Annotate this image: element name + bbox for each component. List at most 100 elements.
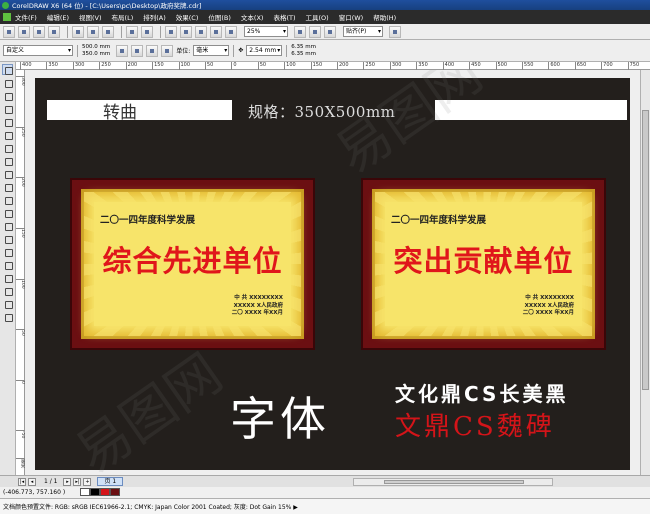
snap-to-select[interactable]: 贴齐(P)	[343, 26, 383, 37]
pick-tool-icon[interactable]	[2, 64, 13, 75]
ruler-tick-label: 150	[310, 62, 323, 70]
prev-page-icon[interactable]: ◂	[28, 477, 36, 486]
ruler-tick-label: 100	[284, 62, 296, 70]
page-tab-1[interactable]: 页 1	[97, 477, 124, 486]
units-label: 单位:	[176, 48, 191, 55]
current-page-icon[interactable]	[161, 44, 174, 57]
all-pages-icon[interactable]	[146, 44, 159, 57]
swatch-white[interactable]	[80, 488, 90, 496]
artboard[interactable]: 转曲 规格：350X500mm 二〇一四年度科学发展 综合先进单位 中 共 XX…	[35, 78, 630, 470]
menu-help[interactable]: 帮助(H)	[373, 12, 396, 22]
copy-icon[interactable]	[87, 25, 99, 38]
swatch-black[interactable]	[90, 488, 100, 496]
spec-text[interactable]: 规格：350X500mm	[248, 101, 395, 122]
plaque-left[interactable]: 二〇一四年度科学发展 综合先进单位 中 共 XXXXXXXX XXXXX X人民…	[70, 178, 315, 350]
menu-tools[interactable]: 工具(O)	[306, 12, 329, 22]
swatch-red[interactable]	[100, 488, 110, 496]
vertical-scroll-thumb[interactable]	[642, 110, 649, 390]
zoom-level-select[interactable]: 25%	[244, 26, 288, 37]
paste-icon[interactable]	[102, 25, 114, 38]
page-height-field[interactable]: 350.0 mm	[82, 51, 110, 58]
new-document-icon[interactable]	[3, 25, 15, 38]
menu-window[interactable]: 窗口(W)	[339, 12, 364, 22]
white-bar-left[interactable]	[47, 100, 232, 120]
eyedropper-tool-icon[interactable]	[2, 272, 13, 283]
polygon-tool-icon[interactable]	[2, 168, 13, 179]
welcome-screen-icon[interactable]	[225, 25, 237, 38]
ellipse-tool-icon[interactable]	[2, 155, 13, 166]
print-icon[interactable]	[48, 25, 60, 38]
shape-tool-icon[interactable]	[2, 77, 13, 88]
redo-icon[interactable]	[141, 25, 153, 38]
nudge-distance-field[interactable]: 2.54 mm	[246, 45, 283, 56]
transparency-tool-icon[interactable]	[2, 259, 13, 270]
dimension-tool-icon[interactable]	[2, 220, 13, 231]
outline-tool-icon[interactable]	[2, 285, 13, 296]
add-page-icon[interactable]: +	[83, 477, 92, 486]
full-screen-icon[interactable]	[294, 25, 306, 38]
menu-arrange[interactable]: 排列(A)	[143, 12, 166, 22]
app-menu-icon[interactable]	[3, 13, 11, 21]
horizontal-scrollbar[interactable]	[353, 477, 554, 486]
swatch-dark-red[interactable]	[110, 488, 120, 496]
freehand-tool-icon[interactable]	[2, 116, 13, 127]
options-gear-icon[interactable]	[389, 25, 401, 38]
cut-icon[interactable]	[72, 25, 84, 38]
menu-view[interactable]: 视图(V)	[79, 12, 102, 22]
show-rulers-icon[interactable]	[309, 25, 321, 38]
duplicate-y-field[interactable]: 6.35 mm	[291, 51, 316, 58]
toolbox	[0, 62, 16, 475]
zoom-tool-icon[interactable]	[2, 103, 13, 114]
undo-icon[interactable]	[126, 25, 138, 38]
menu-file[interactable]: 文件(F)	[15, 12, 37, 22]
crop-tool-icon[interactable]	[2, 90, 13, 101]
smart-fill-tool-icon[interactable]	[2, 129, 13, 140]
landscape-icon[interactable]	[131, 44, 144, 57]
font-sample-2[interactable]: 文鼎CS魏碑	[395, 406, 555, 443]
white-bar-right[interactable]	[435, 100, 627, 120]
font-heading[interactable]: 字体	[230, 383, 330, 449]
menu-effects[interactable]: 效果(C)	[176, 12, 199, 22]
page-width-field[interactable]: 500.0 mm	[82, 44, 110, 51]
last-page-icon[interactable]: ▸|	[73, 477, 82, 486]
color-profile-status[interactable]: 文档颜色预置文件: RGB: sRGB IEC61966-2.1; CMYK: …	[3, 502, 298, 511]
menu-text[interactable]: 文本(X)	[241, 12, 264, 22]
drawing-canvas[interactable]: 转曲 规格：350X500mm 二〇一四年度科学发展 综合先进单位 中 共 XX…	[25, 70, 640, 475]
document-palette	[80, 488, 120, 496]
toolbar-divider	[160, 25, 161, 38]
plaque-right[interactable]: 二〇一四年度科学发展 突出贡献单位 中 共 XXXXXXXX XXXXX X人民…	[361, 178, 606, 350]
page-size-preset-select[interactable]: 自定义	[3, 45, 73, 56]
search-content-icon[interactable]	[165, 25, 177, 38]
open-folder-icon[interactable]	[18, 25, 30, 38]
export-icon[interactable]	[195, 25, 207, 38]
show-grid-icon[interactable]	[324, 25, 336, 38]
signature-line: 中 共 XXXXXXXX	[525, 295, 574, 301]
text-tool-icon[interactable]	[2, 194, 13, 205]
menu-table[interactable]: 表格(T)	[273, 12, 295, 22]
interactive-fill-tool-icon[interactable]	[2, 311, 13, 322]
menu-bitmaps[interactable]: 位图(B)	[208, 12, 231, 22]
basic-shapes-tool-icon[interactable]	[2, 181, 13, 192]
ruler-tick-label: 150	[152, 62, 164, 70]
menu-edit[interactable]: 编辑(E)	[47, 12, 69, 22]
portrait-icon[interactable]	[116, 44, 129, 57]
duplicate-x-field[interactable]: 6.35 mm	[291, 44, 316, 51]
application-launcher-icon[interactable]	[210, 25, 222, 38]
vertical-ruler[interactable]: 300 250 200 150 100 50 0 -50 毫米	[16, 70, 25, 475]
save-icon[interactable]	[33, 25, 45, 38]
horizontal-ruler[interactable]: 400 350 300 250 200 150 100 50 0 50 100 150 200 250 30…	[16, 62, 650, 70]
import-icon[interactable]	[180, 25, 192, 38]
rectangle-tool-icon[interactable]	[2, 142, 13, 153]
fill-tool-icon[interactable]	[2, 298, 13, 309]
font-sample-1[interactable]: 文化鼎CS长美黑	[395, 378, 568, 407]
menu-layout[interactable]: 布局(L)	[112, 12, 134, 22]
first-page-icon[interactable]: |◂	[18, 477, 26, 486]
convert-to-curves-label[interactable]: 转曲	[103, 98, 137, 123]
units-select[interactable]: 毫米	[193, 45, 230, 56]
horizontal-scroll-thumb[interactable]	[384, 479, 525, 484]
next-page-icon[interactable]: ▸	[63, 477, 72, 486]
vertical-scrollbar[interactable]	[640, 70, 650, 475]
blend-tool-icon[interactable]	[2, 246, 13, 257]
table-tool-icon[interactable]	[2, 207, 13, 218]
connector-tool-icon[interactable]	[2, 233, 13, 244]
